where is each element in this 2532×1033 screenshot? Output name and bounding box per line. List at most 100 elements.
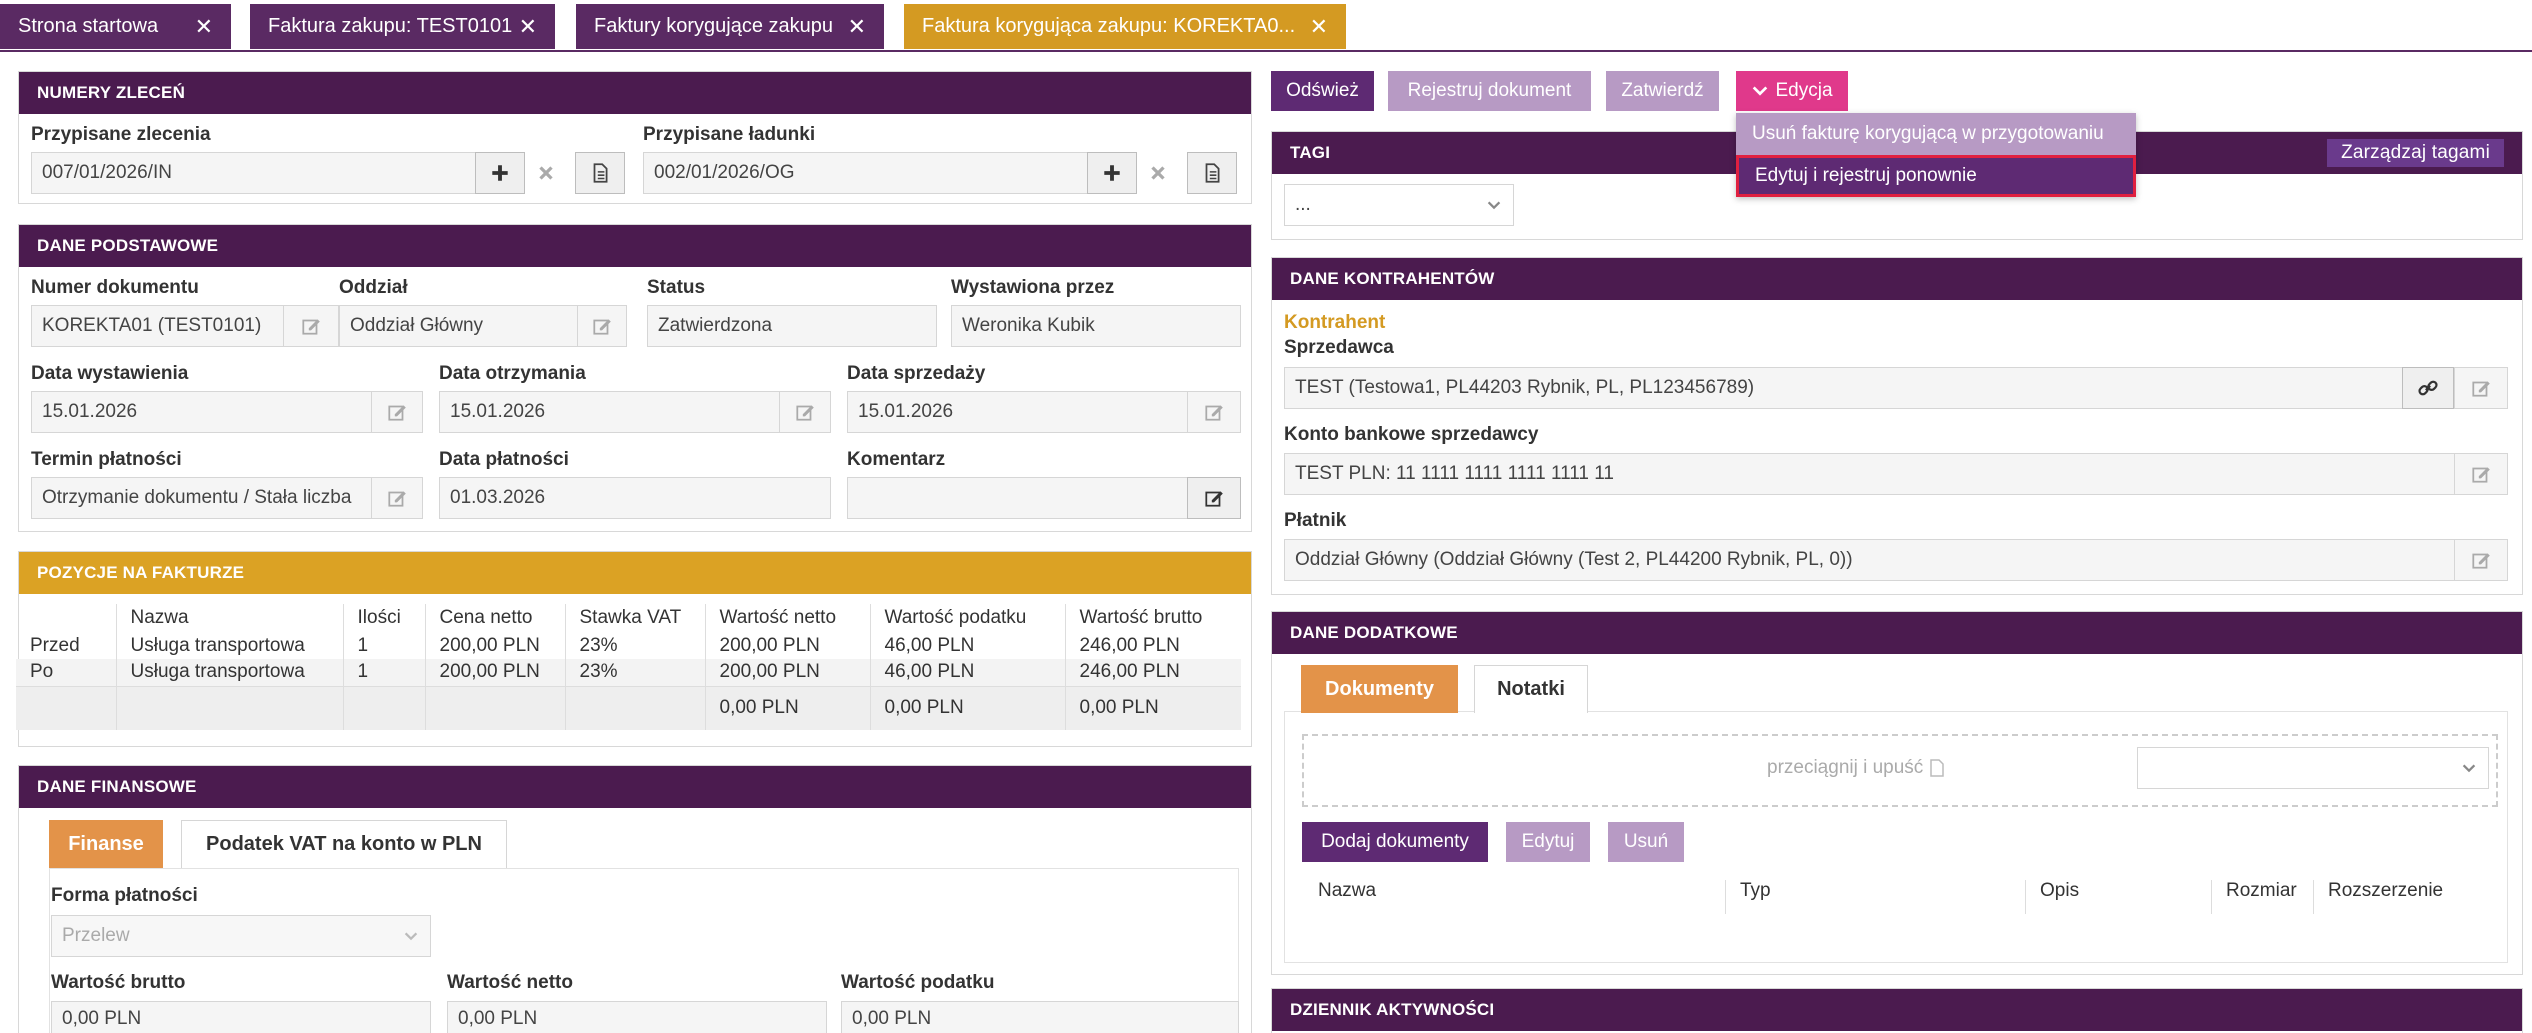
table-cell: 23% (564, 632, 705, 659)
add-documents-button[interactable]: Dodaj dokumenty (1302, 822, 1488, 862)
konto-bankowe-field[interactable]: TEST PLN: 11 1111 1111 1111 1111 11 (1284, 453, 2456, 495)
forma-platnosci-select[interactable]: Przelew (51, 915, 431, 957)
edit-menu-button[interactable]: Edycja (1736, 71, 1848, 111)
menu-item-delete-correction[interactable]: Usuń fakturę korygującą w przygotowaniu (1736, 113, 2136, 155)
edit-menu-label: Edycja (1775, 80, 1833, 101)
close-icon[interactable]: ✕ (848, 15, 866, 38)
panel-header: DANE KONTRAHENTÓW (1272, 258, 2522, 300)
data-otrzymania-field[interactable]: 15.01.2026 (439, 391, 781, 433)
delete-document-button[interactable]: Usuń (1608, 822, 1684, 862)
wartosc-podatku-field[interactable]: 0,00 PLN (841, 1001, 1239, 1033)
table-cell: 246,00 PLN (1064, 659, 1241, 686)
edit-icon (2472, 553, 2490, 569)
tab-faktura-zakupu[interactable]: Faktura zakupu: TEST0101 ✕ (250, 4, 555, 49)
ladunki-label: Przypisane ładunki (643, 124, 816, 145)
data-platnosci-field[interactable]: 01.03.2026 (439, 477, 831, 519)
clear-zlecenie-button[interactable] (525, 152, 567, 194)
table-cell (342, 685, 425, 730)
column-header: Wartość brutto (1064, 604, 1241, 632)
close-icon (539, 166, 553, 180)
edit-data-sprzedazy-button[interactable] (1187, 391, 1241, 433)
table-cell: 0,00 PLN (704, 685, 870, 730)
data-wystawienia-field[interactable]: 15.01.2026 (31, 391, 373, 433)
column-header: Rozmiar (2211, 880, 2313, 914)
table-cell: 246,00 PLN (1064, 632, 1241, 659)
edit-numer-button[interactable] (283, 305, 339, 347)
tab-notatki[interactable]: Notatki (1474, 665, 1588, 713)
wartosc-brutto-field[interactable]: 0,00 PLN (51, 1001, 431, 1033)
document-type-select[interactable] (2137, 747, 2489, 789)
table-cell: Po (16, 659, 116, 686)
termin-platnosci-field[interactable]: Otrzymanie dokumentu / Stała liczba (31, 477, 373, 519)
table-cell (424, 685, 565, 730)
wystawiona-przez-label: Wystawiona przez (951, 277, 1115, 298)
wartosc-netto-field[interactable]: 0,00 PLN (447, 1001, 827, 1033)
edit-data-wystawienia-button[interactable] (371, 391, 423, 433)
tab-finanse[interactable]: Finanse (49, 820, 163, 868)
oddzial-field[interactable]: Oddział Główny (339, 305, 579, 347)
column-header: Stawka VAT (564, 604, 705, 632)
link-icon (2418, 380, 2438, 396)
ladunki-field[interactable]: 002/01/2026/OG (643, 152, 1113, 194)
close-icon[interactable]: ✕ (195, 15, 213, 38)
edit-platnik-button[interactable] (2454, 539, 2508, 581)
table-cell: 23% (564, 659, 705, 686)
table-cell: 0,00 PLN (1064, 685, 1241, 730)
edit-data-otrzymania-button[interactable] (779, 391, 831, 433)
add-ladunek-button[interactable] (1087, 152, 1137, 194)
komentarz-field[interactable] (847, 477, 1189, 519)
panel-header: DZIENNIK AKTYWNOŚCI (1272, 989, 2522, 1031)
refresh-button[interactable]: Odśwież (1271, 71, 1374, 111)
menu-item-edit-reregister[interactable]: Edytuj i rejestruj ponownie (1736, 155, 2136, 197)
chevron-down-icon (404, 932, 418, 941)
edit-komentarz-button[interactable] (1187, 477, 1241, 519)
column-header: Typ (1725, 880, 2025, 914)
edit-document-button[interactable]: Edytuj (1506, 822, 1590, 862)
document-ladunek-button[interactable] (1187, 152, 1237, 194)
edit-icon (796, 405, 814, 421)
tab-label: Faktury korygujące zakupu (594, 15, 834, 37)
edit-icon (2472, 467, 2490, 483)
dziennik-panel: DZIENNIK AKTYWNOŚCI (1271, 988, 2523, 1033)
close-icon[interactable]: ✕ (1310, 15, 1328, 38)
platnik-field[interactable]: Oddział Główny (Oddział Główny (Test 2, … (1284, 539, 2456, 581)
tab-faktura-korygujaca[interactable]: Faktura korygująca zakupu: KOREKTA0... ✕ (904, 4, 1346, 49)
tab-podatek-vat[interactable]: Podatek VAT na konto w PLN (181, 820, 507, 868)
data-sprzedazy-field[interactable]: 15.01.2026 (847, 391, 1189, 433)
tags-select[interactable]: ... (1284, 184, 1514, 226)
tab-faktury-korygujace[interactable]: Faktury korygujące zakupu ✕ (576, 4, 884, 49)
status-label: Status (647, 277, 706, 298)
close-icon[interactable]: ✕ (519, 15, 537, 38)
zlecenia-field[interactable]: 007/01/2026/IN (31, 152, 494, 194)
data-wystawienia-label: Data wystawienia (31, 363, 189, 384)
table-cell (564, 685, 705, 730)
panel-header: DANE DODATKOWE (1272, 612, 2522, 654)
edit-termin-platnosci-button[interactable] (371, 477, 423, 519)
document-zlecenie-button[interactable] (575, 152, 625, 194)
edit-icon (1205, 405, 1223, 421)
clear-ladunek-button[interactable] (1137, 152, 1179, 194)
table-row[interactable]: Przed Usługa transportowa 1 200,00 PLN 2… (16, 632, 1241, 659)
tab-label: Strona startowa (18, 15, 159, 37)
edit-sprzedawca-button[interactable] (2454, 367, 2508, 409)
plus-icon (492, 165, 508, 181)
approve-button[interactable]: Zatwierdź (1606, 71, 1719, 111)
tags-select-value: ... (1295, 194, 1311, 215)
tab-dokumenty[interactable]: Dokumenty (1301, 665, 1458, 713)
tab-strona-startowa[interactable]: Strona startowa ✕ (0, 4, 231, 49)
numer-dokumentu-field[interactable]: KOREKTA01 (TEST0101) (31, 305, 285, 347)
sprzedawca-field[interactable]: TEST (Testowa1, PL44203 Rybnik, PL, PL12… (1284, 367, 2404, 409)
panel-header: DANE FINANSOWE (19, 766, 1251, 808)
data-sprzedazy-label: Data sprzedaży (847, 363, 986, 384)
zlecenia-label: Przypisane zlecenia (31, 124, 211, 145)
edit-konto-button[interactable] (2454, 453, 2508, 495)
table-row[interactable]: Po Usługa transportowa 1 200,00 PLN 23% … (16, 659, 1241, 686)
numer-dokumentu-label: Numer dokumentu (31, 277, 199, 298)
add-zlecenie-button[interactable] (475, 152, 525, 194)
register-document-button[interactable]: Rejestruj dokument (1388, 71, 1591, 111)
tab-label: Faktura korygująca zakupu: KOREKTA0... (922, 15, 1296, 37)
link-sprzedawca-button[interactable] (2402, 367, 2454, 409)
edit-oddzial-button[interactable] (577, 305, 627, 347)
numery-zlecen-panel: NUMERY ZLECEŃ Przypisane zlecenia 007/01… (18, 71, 1252, 204)
manage-tags-button[interactable]: Zarządzaj tagami (2327, 139, 2504, 167)
